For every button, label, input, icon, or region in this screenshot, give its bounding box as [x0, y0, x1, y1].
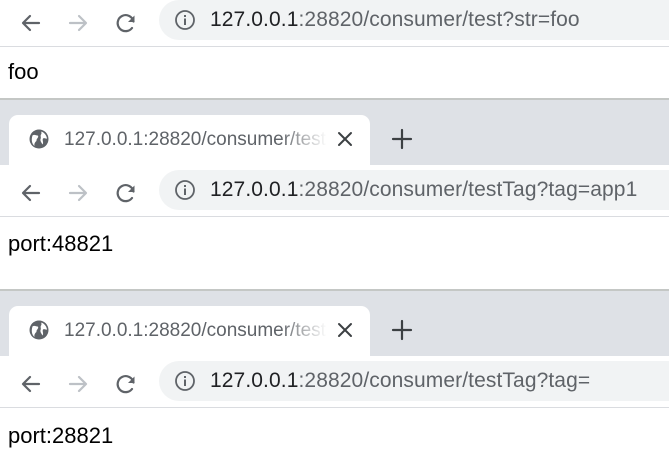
reload-icon — [116, 14, 135, 33]
globe-icon — [29, 320, 49, 340]
browser-toolbar: 127.0.0.1:28820/consumer/testTag?tag=app… — [0, 170, 669, 217]
arrow-left-icon — [21, 14, 41, 32]
address-bar[interactable]: 127.0.0.1:28820/consumer/testTag?tag= — [159, 361, 669, 401]
arrow-left-icon — [21, 184, 41, 202]
arrow-left-icon — [21, 375, 41, 393]
arrow-right-icon — [68, 14, 88, 32]
browser-tab[interactable]: 127.0.0.1:28820/consumer/test — [9, 115, 370, 165]
url-host: 127.0.0.1 — [210, 8, 299, 31]
info-icon[interactable] — [174, 9, 196, 31]
tab-title: 127.0.0.1:28820/consumer/test — [64, 320, 326, 341]
url-host: 127.0.0.1 — [210, 178, 299, 201]
url-host: 127.0.0.1 — [210, 369, 299, 392]
close-icon[interactable] — [335, 129, 355, 149]
url-text: 127.0.0.1:28820/consumer/testTag?tag= — [210, 367, 590, 395]
url-path: :28820/consumer/testTag?tag= — [298, 369, 591, 392]
page-content: foo — [8, 59, 39, 84]
browser-toolbar: 127.0.0.1:28820/consumer/testTag?tag= — [0, 361, 669, 408]
forward-button[interactable] — [63, 8, 93, 38]
arrow-right-icon — [68, 375, 88, 393]
forward-button[interactable] — [63, 178, 93, 208]
page-content: port:28821 — [8, 423, 114, 448]
reload-button[interactable] — [111, 369, 141, 399]
url-text: 127.0.0.1:28820/consumer/testTag?tag=app… — [210, 176, 637, 204]
close-icon[interactable] — [335, 320, 355, 340]
plus-icon[interactable] — [390, 318, 414, 342]
url-path: :28820/consumer/testTag?tag=app1 — [298, 178, 638, 201]
page-content: port:48821 — [8, 231, 114, 256]
browser-window-2: 127.0.0.1:28820/consumer/test 127.0.0.1:… — [0, 100, 669, 290]
globe-icon — [29, 129, 49, 149]
reload-button[interactable] — [111, 178, 141, 208]
back-button[interactable] — [16, 178, 46, 208]
url-path: :28820/consumer/test?str=foo — [298, 8, 580, 31]
tab-strip: 127.0.0.1:28820/consumer/test — [0, 291, 669, 356]
browser-tab[interactable]: 127.0.0.1:28820/consumer/test — [9, 306, 370, 356]
address-bar[interactable]: 127.0.0.1:28820/consumer/test?str=foo — [159, 0, 669, 40]
tab-strip: 127.0.0.1:28820/consumer/test — [0, 100, 669, 165]
reload-icon — [116, 184, 135, 203]
reload-button[interactable] — [111, 8, 141, 38]
browser-window-1: 127.0.0.1:28820/consumer/test?str=foo fo… — [0, 0, 669, 98]
plus-icon[interactable] — [390, 127, 414, 151]
back-button[interactable] — [16, 369, 46, 399]
url-text: 127.0.0.1:28820/consumer/test?str=foo — [210, 6, 580, 34]
info-icon[interactable] — [174, 179, 196, 201]
browser-window-3: 127.0.0.1:28820/consumer/test 127.0.0.1:… — [0, 291, 669, 463]
browser-toolbar: 127.0.0.1:28820/consumer/test?str=foo — [0, 0, 669, 47]
address-bar[interactable]: 127.0.0.1:28820/consumer/testTag?tag=app… — [159, 170, 669, 210]
tab-title: 127.0.0.1:28820/consumer/test — [64, 129, 326, 150]
reload-icon — [116, 375, 135, 394]
back-button[interactable] — [16, 8, 46, 38]
info-icon[interactable] — [174, 370, 196, 392]
arrow-right-icon — [68, 184, 88, 202]
forward-button[interactable] — [63, 369, 93, 399]
